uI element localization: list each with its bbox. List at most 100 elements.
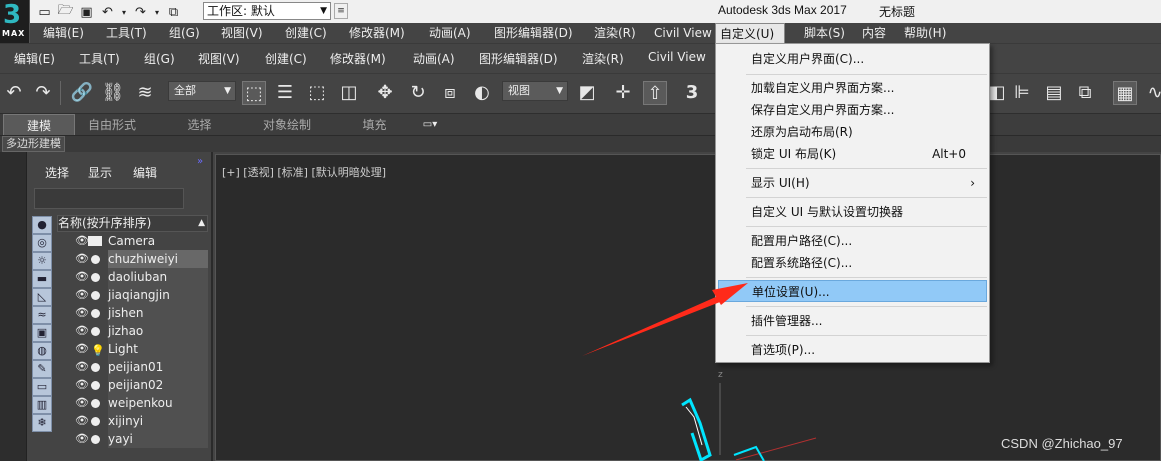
place-icon[interactable]: ◐ (470, 81, 494, 105)
display-groups-icon[interactable]: ▣ (32, 324, 52, 342)
visibility-eye-icon[interactable]: 👁 (75, 376, 89, 394)
select-manipulate-icon[interactable]: ✛ (611, 81, 635, 105)
visibility-eye-icon[interactable]: 👁 (75, 250, 89, 268)
tab-modeling[interactable]: 建模 (3, 114, 75, 136)
menu-graph-editors[interactable]: 图形编辑器(D) (490, 23, 577, 43)
rectangular-selection-icon[interactable]: ⬚ (305, 81, 329, 105)
window-crossing-icon[interactable]: ◫ (337, 81, 361, 105)
visibility-eye-icon[interactable]: 👁 (75, 322, 89, 340)
tab-populate[interactable]: 填充 (347, 114, 402, 136)
menu2-modifiers[interactable]: 修改器(M) (330, 50, 386, 67)
menu-item-show-ui[interactable]: 显示 UI(H) › (718, 172, 987, 194)
display-spacewarps-icon[interactable]: ≈ (32, 306, 52, 324)
customize-qat-icon[interactable]: ≡ (334, 3, 348, 19)
app-logo-button[interactable]: 3 MAX (0, 0, 30, 43)
menu-item-plugin-manager[interactable]: 插件管理器... (718, 310, 987, 332)
expand-icon[interactable]: » (197, 156, 203, 167)
menu-item-ui-defaults-switcher[interactable]: 自定义 UI 与默认设置切换器 (718, 201, 987, 223)
list-item[interactable]: 👁 weipenkou (57, 394, 208, 412)
unlink-icon[interactable]: ⛓ (101, 81, 125, 105)
visibility-eye-icon[interactable]: 👁 (75, 394, 89, 412)
display-containers-icon[interactable]: ▭ (32, 378, 52, 396)
menu-item-lock-ui-layout[interactable]: 锁定 UI 布局(K) Alt+0 (718, 143, 987, 165)
undo-dropdown-icon[interactable]: ▾ (120, 4, 128, 20)
menu-content[interactable]: 内容 (858, 23, 890, 43)
display-xrefs-icon[interactable]: ◍ (32, 342, 52, 360)
tab-object-paint[interactable]: 对象绘制 (247, 114, 327, 136)
polygon-modeling-tab[interactable]: 多边形建模 (2, 136, 65, 152)
toggle-ribbon-icon[interactable]: ▦ (1113, 81, 1137, 105)
display-all-icon[interactable]: ● (32, 216, 52, 234)
explorer-search-input[interactable] (34, 188, 184, 209)
menu2-animation[interactable]: 动画(A) (413, 50, 455, 67)
perspective-viewport[interactable]: [+] [透视] [标准] [默认明暗处理] z (215, 154, 1161, 461)
toggle-layer-explorer-icon[interactable]: ⧉ (1073, 81, 1097, 105)
list-item[interactable]: 👁 daoliuban (57, 268, 208, 286)
display-helpers-icon[interactable]: ◺ (32, 288, 52, 306)
menu2-tools[interactable]: 工具(T) (79, 50, 120, 67)
undo-icon[interactable]: ↶ (2, 81, 26, 105)
list-item[interactable]: 👁 jizhao (57, 322, 208, 340)
explorer-menu-edit[interactable]: 编辑 (133, 164, 157, 181)
explorer-menu-display[interactable]: 显示 (88, 164, 112, 181)
keyboard-shortcut-override-icon[interactable]: ⇧ (643, 81, 667, 105)
visibility-eye-icon[interactable]: 👁 (75, 340, 89, 358)
undo-icon[interactable]: ↶ (99, 4, 116, 20)
menu-group[interactable]: 组(G) (165, 23, 204, 43)
list-item[interactable]: 👁 chuzhiweiyi (57, 250, 208, 268)
pivot-center-icon[interactable]: ◩ (575, 81, 599, 105)
menu2-views[interactable]: 视图(V) (198, 50, 240, 67)
menu-item-preferences[interactable]: 首选项(P)... (718, 339, 987, 361)
display-cameras-icon[interactable]: ▬ (32, 270, 52, 288)
visibility-eye-icon[interactable]: 👁 (75, 358, 89, 376)
reference-coordinate-select[interactable]: 视图 ▼ (502, 81, 568, 101)
list-item[interactable]: 👁 jishen (57, 304, 208, 322)
scale-icon[interactable]: ⧈ (438, 81, 462, 105)
menu-views[interactable]: 视图(V) (217, 23, 267, 43)
new-file-icon[interactable]: ▭ (36, 4, 53, 20)
menu-item-units-setup[interactable]: 单位设置(U)... (718, 280, 987, 302)
menu-tools[interactable]: 工具(T) (102, 23, 151, 43)
menu-create[interactable]: 创建(C) (281, 23, 331, 43)
menu2-edit[interactable]: 编辑(E) (14, 50, 55, 67)
redo-icon[interactable]: ↷ (31, 81, 55, 105)
toggle-scene-explorer-icon[interactable]: ▤ (1042, 81, 1066, 105)
rotate-icon[interactable]: ↻ (406, 81, 430, 105)
visibility-eye-icon[interactable]: 👁 (75, 286, 89, 304)
redo-dropdown-icon[interactable]: ▾ (153, 4, 161, 20)
menu-item-revert-startup-layout[interactable]: 还原为启动布局(R) (718, 121, 987, 143)
open-file-icon[interactable]: 🗁 (57, 3, 74, 20)
display-hidden-icon[interactable]: ❄ (32, 414, 52, 432)
display-geometry-icon[interactable]: ◎ (32, 234, 52, 252)
menu-civil-view[interactable]: Civil View (650, 23, 716, 43)
display-bones-icon[interactable]: ✎ (32, 360, 52, 378)
explorer-menu-select[interactable]: 选择 (45, 164, 69, 181)
menu2-group[interactable]: 组(G) (144, 50, 175, 67)
menu-modifiers[interactable]: 修改器(M) (345, 23, 409, 43)
list-item[interactable]: 👁 peijian01 (57, 358, 208, 376)
project-folder-icon[interactable]: ⧉ (165, 4, 182, 20)
select-by-name-icon[interactable]: ☰ (273, 81, 297, 105)
column-header[interactable]: 名称(按升序排序) ▲ (57, 215, 208, 232)
bind-space-warp-icon[interactable]: ≋ (133, 81, 157, 105)
list-item[interactable]: 👁 Camera (57, 232, 208, 250)
list-item[interactable]: 👁 xijinyi (57, 412, 208, 430)
tab-freeform[interactable]: 自由形式 (77, 114, 147, 136)
list-item[interactable]: 👁 jiaqiangjin (57, 286, 208, 304)
menu-item-configure-user-paths[interactable]: 配置用户路径(C)... (718, 230, 987, 252)
align-icon[interactable]: ⊫ (1010, 81, 1034, 105)
menu-scripting[interactable]: 脚本(S) (800, 23, 849, 43)
selection-filter-select[interactable]: 全部 ▼ (168, 81, 236, 101)
menu2-create[interactable]: 创建(C) (265, 50, 307, 67)
visibility-eye-icon[interactable]: 👁 (75, 430, 89, 448)
visibility-eye-icon[interactable]: 👁 (75, 412, 89, 430)
link-icon[interactable]: 🔗 (70, 81, 94, 105)
menu2-rendering[interactable]: 渲染(R) (582, 50, 624, 67)
menu-help[interactable]: 帮助(H) (900, 23, 950, 43)
menu-item-load-ui-scheme[interactable]: 加载自定义用户界面方案... (718, 77, 987, 99)
menu-customize[interactable]: 自定义(U) (715, 23, 785, 43)
redo-icon[interactable]: ↷ (132, 4, 149, 20)
visibility-eye-icon[interactable]: 👁 (75, 268, 89, 286)
list-item[interactable]: 👁 peijian02 (57, 376, 208, 394)
visibility-eye-icon[interactable]: 👁 (75, 304, 89, 322)
